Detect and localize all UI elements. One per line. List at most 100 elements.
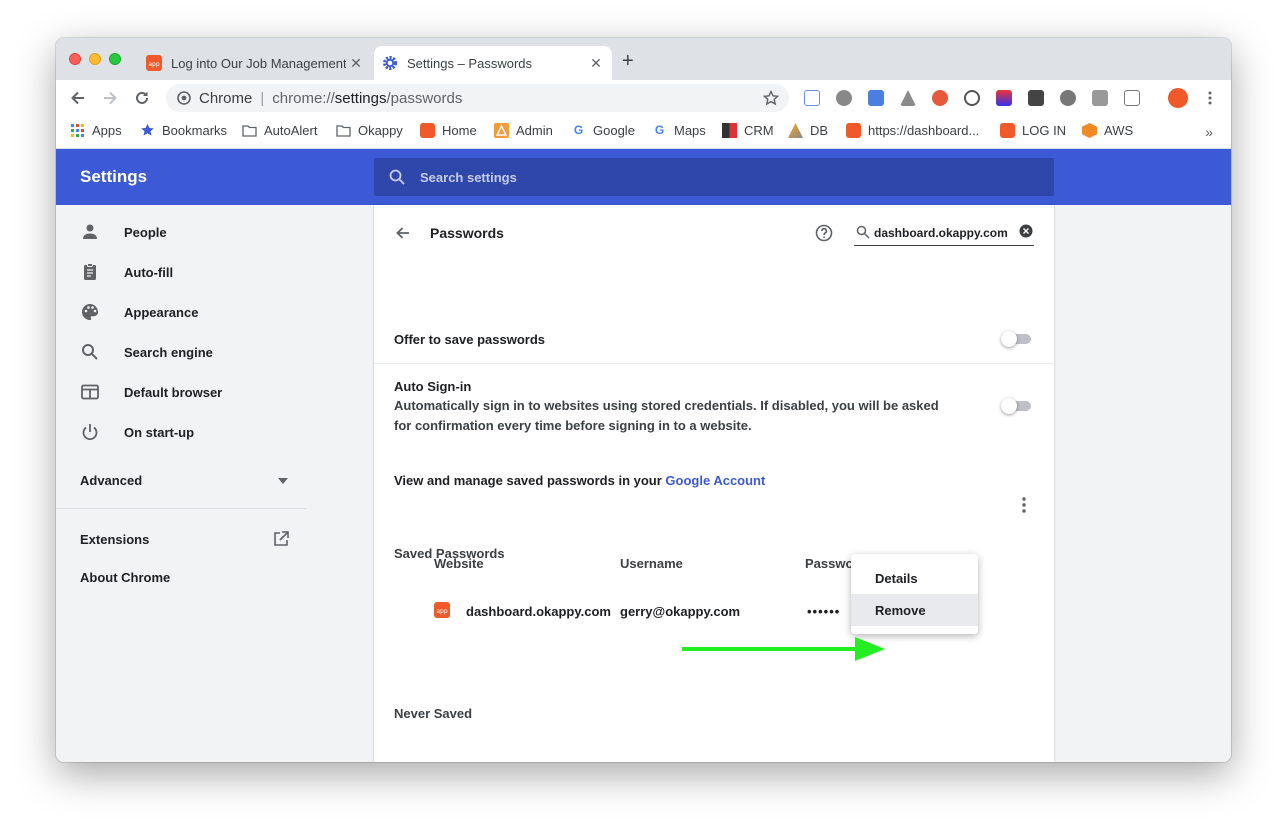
entry-username: gerry@okappy.com — [620, 604, 741, 619]
auto-signin-toggle[interactable] — [1001, 398, 1031, 414]
app-icon: app — [434, 602, 450, 618]
omnibox-url: chrome://settings/passwords — [272, 89, 463, 107]
search-icon — [856, 225, 870, 239]
new-tab-button[interactable]: + — [622, 51, 634, 71]
search-icon — [82, 344, 98, 360]
sidebar-item-default-browser[interactable]: Default browser — [80, 380, 222, 404]
folder-icon — [336, 125, 351, 137]
bookmark-apps[interactable]: Apps — [70, 123, 122, 138]
google-account-link[interactable]: Google Account — [665, 473, 765, 488]
window-minimize-button[interactable] — [89, 53, 101, 65]
back-arrow-icon[interactable] — [393, 223, 413, 243]
settings-header: Settings Search settings — [56, 149, 1231, 205]
bookmark-google[interactable]: G Google — [571, 123, 635, 138]
bookmark-maps[interactable]: G Maps — [652, 123, 706, 138]
avatar[interactable] — [1168, 88, 1188, 108]
close-icon[interactable]: ✕ — [346, 55, 366, 72]
tab-title: Log into Our Job Management — [171, 55, 346, 71]
bookmark-bookmarks[interactable]: Bookmarks — [140, 123, 227, 138]
reload-icon[interactable] — [132, 88, 152, 108]
column-header-username: Username — [620, 556, 683, 571]
bookmark-aws[interactable]: AWS — [1082, 123, 1133, 138]
sidebar-item-about-chrome[interactable]: About Chrome — [80, 570, 170, 585]
passwords-card: Passwords dashboard.okappy.com Offer to … — [374, 205, 1054, 762]
open-external-icon — [274, 531, 289, 546]
gear-icon — [383, 56, 397, 70]
extension-icon[interactable] — [1092, 90, 1108, 106]
settings-search-input[interactable]: Search settings — [374, 158, 1054, 196]
pma-icon — [788, 123, 803, 138]
clear-search-icon[interactable] — [1019, 224, 1033, 238]
browser-window: app Log into Our Job Management ✕ Settin… — [56, 38, 1231, 762]
settings-sidebar: People Auto-fill Appearance Search engin… — [56, 205, 374, 762]
forward-arrow-icon[interactable] — [100, 88, 120, 108]
tab-settings-passwords[interactable]: Settings – Passwords ✕ — [374, 46, 612, 80]
bookmark-login[interactable]: LOG IN — [1000, 123, 1066, 138]
tab-job-management[interactable]: app Log into Our Job Management ✕ — [138, 46, 372, 80]
admin-icon — [494, 123, 509, 138]
sidebar-item-search-engine[interactable]: Search engine — [80, 340, 213, 364]
sidebar-item-people[interactable]: People — [80, 220, 167, 244]
extension-icon[interactable] — [932, 90, 948, 106]
sidebar-item-extensions[interactable]: Extensions — [80, 530, 290, 548]
svg-text:app: app — [436, 608, 447, 615]
extension-icon[interactable] — [964, 90, 980, 106]
extension-icon[interactable] — [804, 90, 820, 106]
extension-icon[interactable] — [1060, 90, 1076, 106]
offer-to-save-toggle[interactable] — [1001, 331, 1031, 347]
person-icon — [83, 224, 97, 239]
chevron-down-icon — [278, 477, 288, 484]
extension-icon[interactable] — [1028, 90, 1044, 106]
omnibox-chip: Chrome — [199, 89, 253, 107]
extension-icon[interactable] — [1124, 90, 1140, 106]
sidebar-item-autofill[interactable]: Auto-fill — [80, 260, 173, 284]
crm-icon — [722, 123, 737, 138]
search-icon — [389, 169, 405, 185]
close-icon[interactable]: ✕ — [586, 55, 606, 72]
extension-icon[interactable] — [836, 90, 852, 106]
sidebar-item-appearance[interactable]: Appearance — [80, 300, 198, 324]
bookmark-star-icon[interactable] — [763, 90, 779, 106]
password-search-input[interactable]: dashboard.okappy.com — [854, 222, 1034, 246]
window-maximize-button[interactable] — [109, 53, 121, 65]
bookmark-home[interactable]: Home — [420, 123, 477, 138]
menu-item-details[interactable]: Details — [851, 562, 978, 594]
browser-window-icon — [81, 384, 99, 400]
auto-signin-description: Automatically sign in to websites using … — [394, 398, 939, 433]
app-icon — [1000, 123, 1015, 138]
sidebar-advanced-toggle[interactable]: Advanced — [80, 473, 288, 488]
bookmark-dashboard[interactable]: https://dashboard... — [846, 123, 979, 138]
drive-icon[interactable] — [900, 90, 916, 106]
google-icon: G — [573, 123, 584, 137]
entry-website: dashboard.okappy.com — [466, 604, 611, 619]
bookmark-admin[interactable]: Admin — [494, 123, 553, 138]
page-title: Settings — [80, 167, 148, 186]
help-icon[interactable] — [814, 223, 834, 243]
bookmark-crm[interactable]: CRM — [722, 123, 774, 138]
bookmark-autoalert[interactable]: AutoAlert — [242, 123, 317, 138]
app-icon — [420, 123, 435, 138]
right-gutter — [1054, 205, 1231, 762]
search-value: dashboard.okappy.com — [874, 226, 1008, 240]
menu-item-remove[interactable]: Remove — [851, 594, 978, 626]
star-icon — [141, 124, 154, 136]
extension-icon[interactable] — [996, 90, 1012, 106]
kebab-menu-icon[interactable] — [1202, 90, 1218, 106]
google-icon: G — [654, 123, 665, 137]
power-icon — [82, 424, 98, 441]
sidebar-item-on-startup[interactable]: On start-up — [80, 420, 194, 444]
address-bar[interactable]: Chrome | chrome://settings/passwords — [166, 84, 789, 112]
bookmarks-overflow-button[interactable]: » — [1205, 124, 1213, 140]
omnibox-separator: | — [260, 89, 265, 107]
bookmark-db[interactable]: DB — [788, 123, 828, 138]
bookmark-okappy[interactable]: Okappy — [336, 123, 403, 138]
extension-icon[interactable] — [868, 90, 884, 106]
subpage-title: Passwords — [430, 225, 504, 241]
window-close-button[interactable] — [69, 53, 81, 65]
folder-icon — [242, 125, 257, 137]
more-actions-icon[interactable] — [1014, 495, 1034, 515]
bookmarks-bar: Apps Bookmarks AutoAlert Okappy Home Adm… — [56, 116, 1231, 149]
entry-password: •••••• — [807, 604, 841, 619]
browser-toolbar: Chrome | chrome://settings/passwords — [56, 80, 1231, 116]
back-arrow-icon[interactable] — [68, 88, 88, 108]
